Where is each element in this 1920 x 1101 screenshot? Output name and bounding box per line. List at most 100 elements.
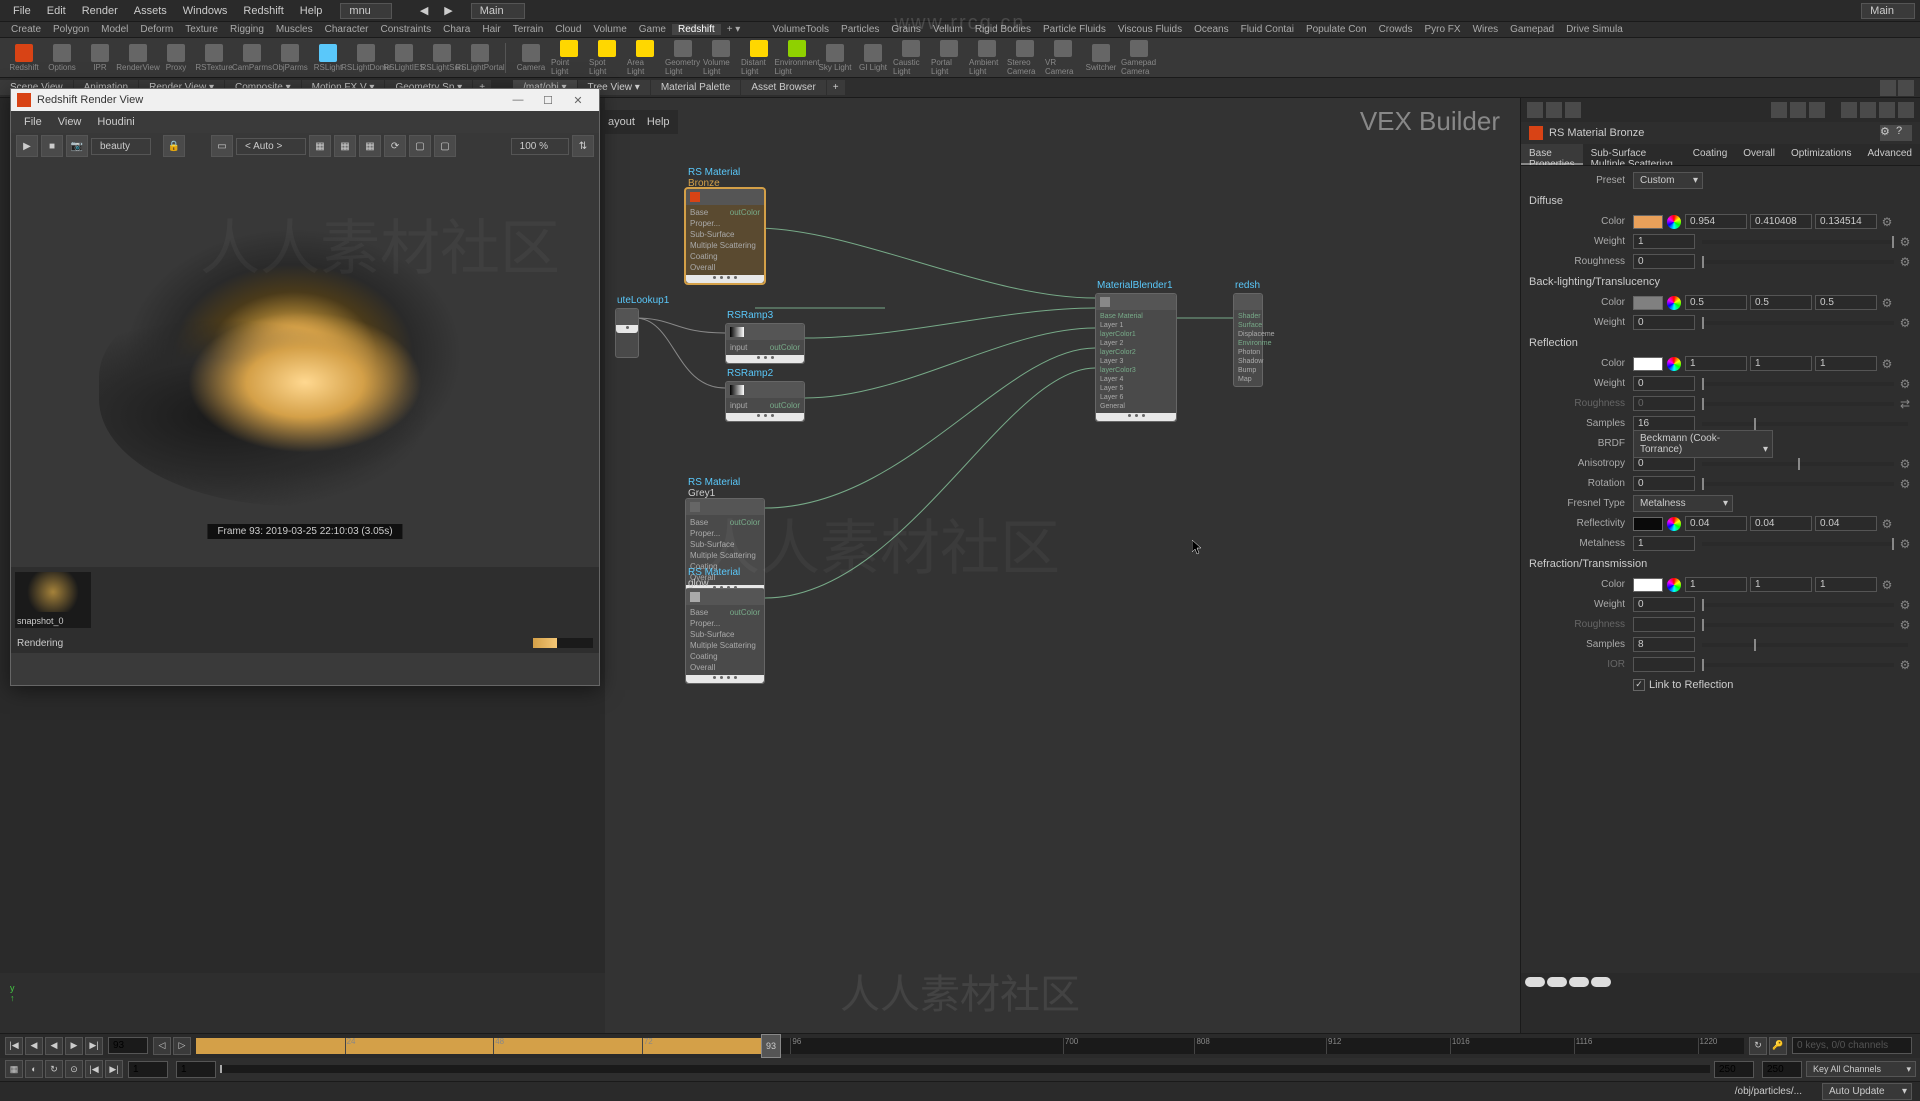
shelf-portallight-button[interactable]: Portal Light (931, 40, 967, 76)
auto-select[interactable]: < Auto > (236, 138, 306, 155)
timeline-loop-icon[interactable]: ↻ (1749, 1037, 1767, 1055)
shape-icon[interactable] (1525, 977, 1545, 987)
shelf-tab-game[interactable]: Game (633, 24, 672, 35)
node-out[interactable]: Shader Surface Displaceme Environme Phot… (1233, 293, 1263, 387)
tl2-btn1[interactable]: ▦ (5, 1060, 23, 1078)
rp-help-icon[interactable] (1879, 102, 1895, 118)
rp-layout3-icon[interactable] (1809, 102, 1825, 118)
zoom-field[interactable]: 100 % (511, 138, 569, 155)
playhead[interactable]: 93 (761, 1034, 781, 1058)
rp-layout2-icon[interactable] (1790, 102, 1806, 118)
backlight-color-r[interactable] (1685, 295, 1747, 310)
render-region-button[interactable]: ▭ (211, 135, 233, 157)
shelf-spotlight-button[interactable]: Spot Light (589, 40, 625, 76)
shelf-tab-terrain[interactable]: Terrain (507, 24, 550, 35)
shelf-tab-muscles[interactable]: Muscles (270, 24, 319, 35)
tab-advanced[interactable]: Advanced (1860, 144, 1920, 165)
rp-pin-icon[interactable] (1546, 102, 1562, 118)
radial-menu-dropdown[interactable]: Main (1861, 3, 1915, 19)
shelf-tab-chara[interactable]: Chara (437, 24, 476, 35)
refr-color-g[interactable] (1750, 577, 1812, 592)
op-gear-icon[interactable]: ⚙ (1880, 125, 1896, 141)
menu-help[interactable]: Help (292, 5, 331, 17)
diffuse-roughness-gear-icon[interactable]: ⚙ (1898, 255, 1912, 269)
timeline-track[interactable]: 93 24 48 72 96 700 808 912 1016 1116 122… (196, 1038, 1744, 1054)
render-refresh-button[interactable]: ⟳ (384, 135, 406, 157)
shelf-tab-vellum[interactable]: Vellum (927, 24, 969, 35)
shelf-gamepadcam-button[interactable]: Gamepad Camera (1121, 40, 1157, 76)
shelf-tab-drivesimula[interactable]: Drive Simula (1560, 24, 1629, 35)
node-lookup[interactable] (615, 308, 639, 358)
node-bronze[interactable]: RS MaterialBronze Base Proper...outColor… (685, 188, 765, 284)
refl-color-swatch[interactable] (1633, 357, 1663, 371)
tab-coating[interactable]: Coating (1685, 144, 1735, 165)
shelf-tab-rigidbodies[interactable]: Rigid Bodies (969, 24, 1037, 35)
tab-base-properties[interactable]: Base Properties (1521, 144, 1583, 165)
zoom-stepper[interactable]: ⇅ (572, 135, 594, 157)
playbar-play-rev-button[interactable]: ◀ (45, 1037, 63, 1055)
refl-reflectivity-r[interactable] (1685, 516, 1747, 531)
range-end-field[interactable] (1762, 1061, 1802, 1078)
shelf-ambientlight-button[interactable]: Ambient Light (969, 40, 1005, 76)
diffuse-roughness-value[interactable] (1633, 254, 1695, 269)
shelf-rstexture-button[interactable]: RSTexture (196, 40, 232, 76)
viewport-menu-help[interactable]: Help (647, 116, 670, 128)
shelf-tab-fluidcontai[interactable]: Fluid Contai (1235, 24, 1300, 35)
shelf-tab-populatecon[interactable]: Populate Con (1300, 24, 1373, 35)
render-grid3-button[interactable]: ▦ (359, 135, 381, 157)
close-button[interactable]: ✕ (563, 90, 593, 110)
shelf-tab-cloud[interactable]: Cloud (549, 24, 587, 35)
range-start-field[interactable] (128, 1061, 168, 1078)
shelf-switcher-button[interactable]: Switcher (1083, 40, 1119, 76)
refr-samples-slider[interactable] (1702, 643, 1908, 647)
pane-tab-add-mid[interactable]: + (827, 80, 845, 95)
shelf-camera-button[interactable]: Camera (513, 40, 549, 76)
refl-weight-gear-icon[interactable]: ⚙ (1898, 377, 1912, 391)
range-endvis-field[interactable] (1714, 1061, 1754, 1078)
viewport-menu-layout[interactable]: ayout (608, 116, 635, 128)
render-viewport[interactable]: Frame 93: 2019-03-25 22:10:03 (3.05s) (11, 159, 599, 567)
refl-fresneltype-dropdown[interactable]: Metalness (1633, 495, 1733, 512)
shelf-objparms-button[interactable]: ObjParms (272, 40, 308, 76)
tl2-next[interactable]: ▶| (105, 1060, 123, 1078)
menu-render[interactable]: Render (74, 5, 126, 17)
shelf-tab-deform[interactable]: Deform (134, 24, 179, 35)
shelf-tab-texture[interactable]: Texture (179, 24, 224, 35)
shelf-tab-hair[interactable]: Hair (476, 24, 506, 35)
backlight-color-swatch[interactable] (1633, 296, 1663, 310)
refl-metalness-gear-icon[interactable]: ⚙ (1898, 537, 1912, 551)
shelf-tab-constraints[interactable]: Constraints (375, 24, 438, 35)
shelf-tab-redshift[interactable]: Redshift (672, 24, 721, 35)
diffuse-weight-slider[interactable] (1702, 240, 1894, 244)
shelf-gilight-button[interactable]: GI Light (855, 40, 891, 76)
diffuse-color-swatch[interactable] (1633, 215, 1663, 229)
shelf-envlight-button[interactable]: Environment Light (779, 40, 815, 76)
playbar-play-button[interactable]: ▶ (65, 1037, 83, 1055)
refl-metalness-value[interactable] (1633, 536, 1695, 551)
playbar-step-prev-button[interactable]: ◁ (153, 1037, 171, 1055)
nav-fwd-icon[interactable]: ▶ (436, 4, 460, 17)
shelf-tab-particlefluids[interactable]: Particle Fluids (1037, 24, 1112, 35)
current-frame-field[interactable] (108, 1037, 148, 1054)
render-grid2-button[interactable]: ▦ (334, 135, 356, 157)
rp-layout1-icon[interactable] (1771, 102, 1787, 118)
render-lock-button[interactable]: 🔒 (163, 135, 185, 157)
shelf-stereocam-button[interactable]: Stereo Camera (1007, 40, 1043, 76)
refl-aniso-slider[interactable] (1702, 462, 1894, 466)
playbar-prev-button[interactable]: ◀ (25, 1037, 43, 1055)
shelf-tab-add-icon[interactable]: + ▾ (721, 24, 747, 35)
rp-tool-icon[interactable] (1527, 102, 1543, 118)
shelf-tab-rigging[interactable]: Rigging (224, 24, 270, 35)
shelf-tab-wires[interactable]: Wires (1467, 24, 1505, 35)
refr-weight-value[interactable] (1633, 597, 1695, 612)
shelf-renderview-button[interactable]: RenderView (120, 40, 156, 76)
op-help-icon[interactable]: ? (1896, 125, 1912, 141)
refr-color-swatch[interactable] (1633, 578, 1663, 592)
render-menu-houdini[interactable]: Houdini (89, 116, 142, 128)
refr-weight-slider[interactable] (1702, 603, 1894, 607)
shelf-rslightportal-button[interactable]: RSLightPortal (462, 40, 498, 76)
shelf-ipr-button[interactable]: IPR (82, 40, 118, 76)
diffuse-weight-gear-icon[interactable]: ⚙ (1898, 235, 1912, 249)
render-titlebar[interactable]: Redshift Render View — ☐ ✕ (11, 89, 599, 111)
tab-overall[interactable]: Overall (1735, 144, 1783, 165)
